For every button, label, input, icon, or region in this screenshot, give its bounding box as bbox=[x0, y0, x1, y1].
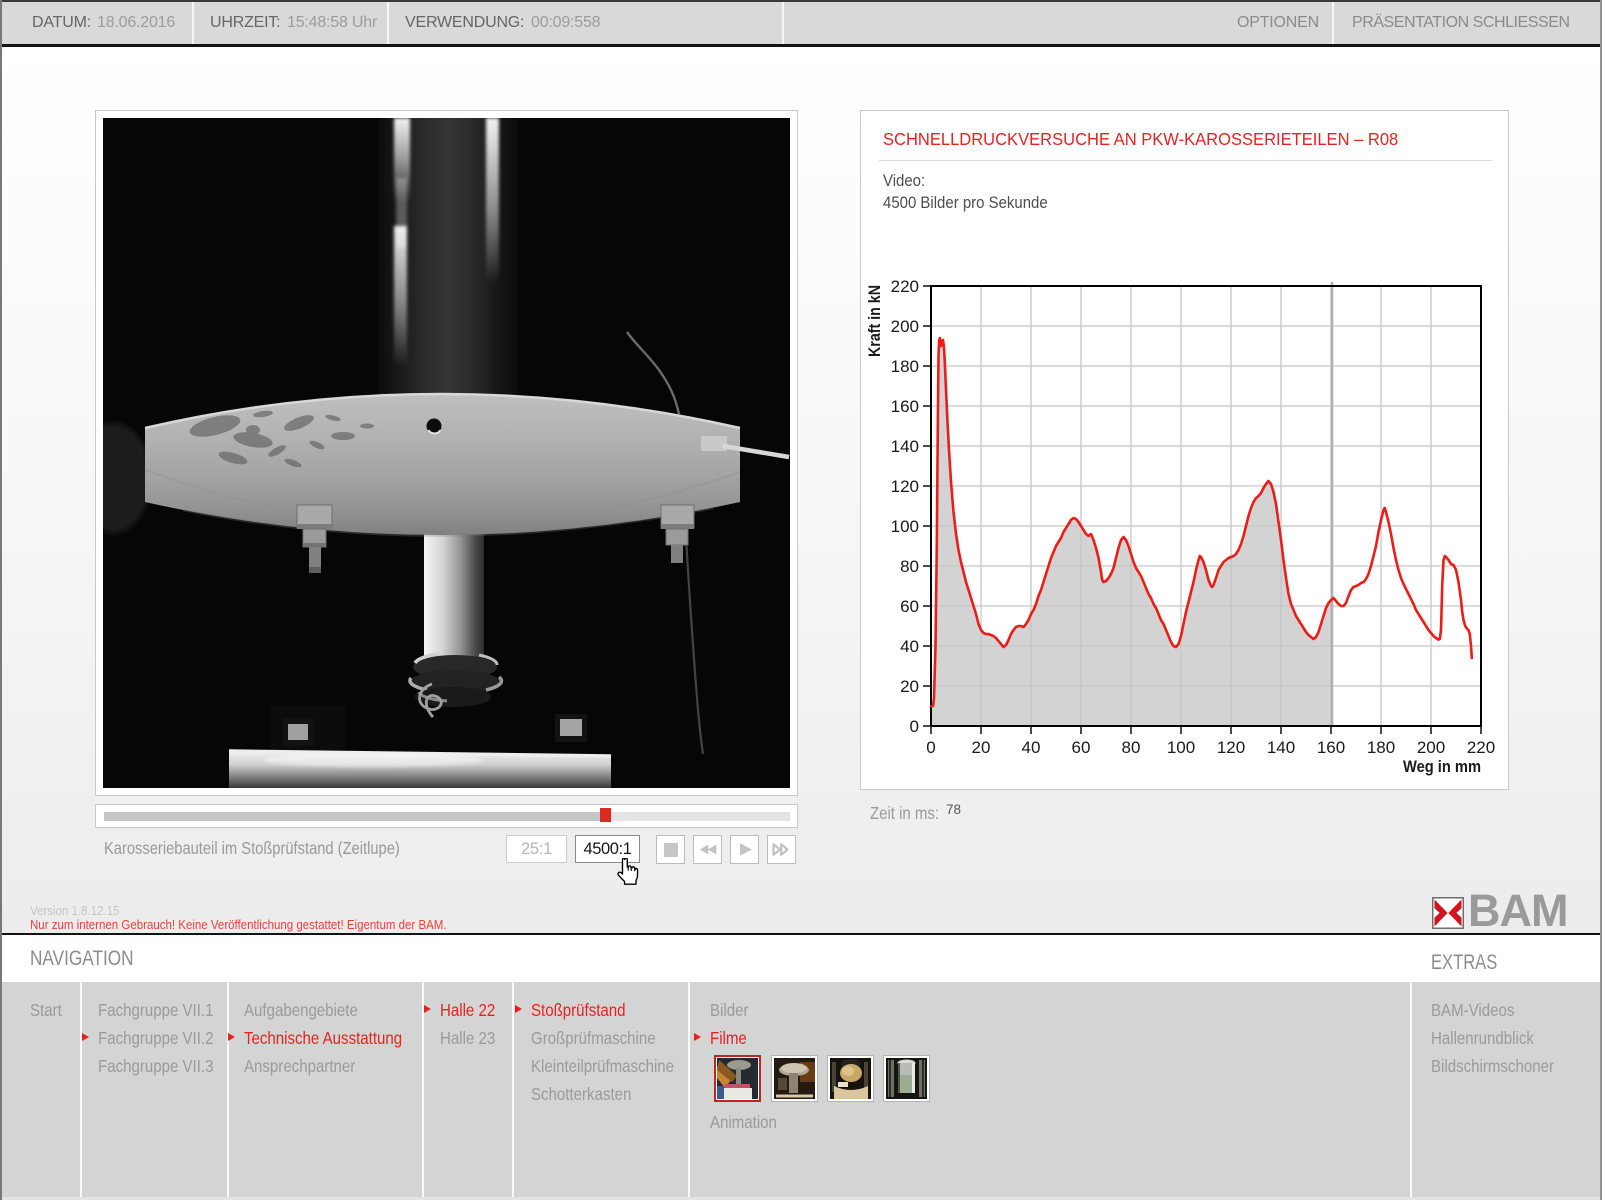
svg-text:20: 20 bbox=[972, 738, 991, 757]
svg-text:200: 200 bbox=[891, 317, 919, 336]
svg-text:160: 160 bbox=[1317, 738, 1345, 757]
svg-text:80: 80 bbox=[1122, 738, 1141, 757]
svg-text:100: 100 bbox=[1167, 738, 1195, 757]
svg-text:120: 120 bbox=[1217, 738, 1245, 757]
svg-text:20: 20 bbox=[900, 677, 919, 696]
svg-text:180: 180 bbox=[891, 357, 919, 376]
svg-text:200: 200 bbox=[1417, 738, 1445, 757]
svg-text:Kraft in kN: Kraft in kN bbox=[865, 285, 884, 357]
svg-text:140: 140 bbox=[1267, 738, 1295, 757]
svg-text:40: 40 bbox=[1022, 738, 1041, 757]
svg-text:0: 0 bbox=[910, 717, 919, 736]
svg-text:140: 140 bbox=[891, 437, 919, 456]
svg-text:220: 220 bbox=[1467, 738, 1495, 757]
svg-text:40: 40 bbox=[900, 637, 919, 656]
svg-text:60: 60 bbox=[900, 597, 919, 616]
svg-text:220: 220 bbox=[891, 277, 919, 296]
svg-text:160: 160 bbox=[891, 397, 919, 416]
svg-text:80: 80 bbox=[900, 557, 919, 576]
svg-text:180: 180 bbox=[1367, 738, 1395, 757]
svg-text:60: 60 bbox=[1072, 738, 1091, 757]
svg-text:Weg in mm: Weg in mm bbox=[1403, 757, 1481, 776]
svg-text:0: 0 bbox=[926, 738, 935, 757]
svg-text:120: 120 bbox=[891, 477, 919, 496]
svg-text:100: 100 bbox=[891, 517, 919, 536]
